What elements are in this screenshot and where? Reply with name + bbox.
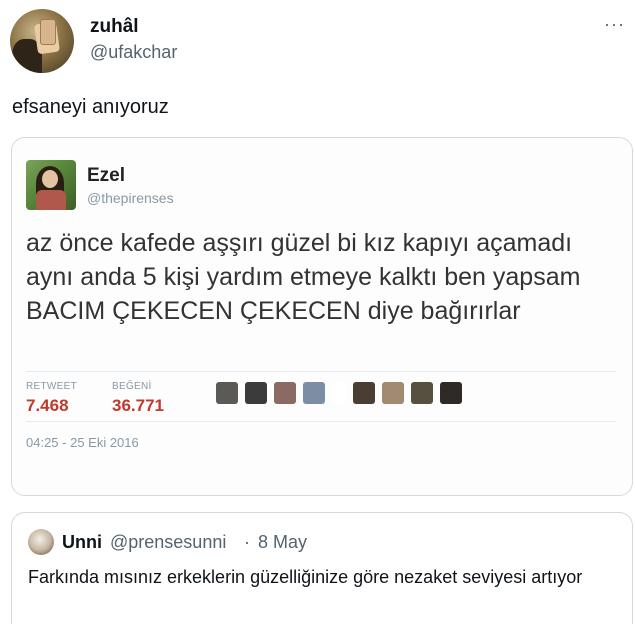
quoted-text: Farkında mısınız erkeklerin güzelliğiniz…	[28, 567, 583, 587]
screenshot-avatar-face	[42, 170, 58, 188]
liker-avatar	[411, 382, 433, 404]
like-label: BEĞENİ	[112, 381, 152, 392]
liker-avatar	[382, 382, 404, 404]
author-avatar[interactable]	[10, 9, 74, 73]
retweet-label: RETWEET	[26, 381, 77, 392]
screenshot-date: 04:25 - 25 Eki 2016	[26, 435, 139, 450]
screenshot-handle: @thepirenses	[87, 190, 174, 206]
more-dots-icon[interactable]: ···	[604, 14, 625, 35]
retweet-count: 7.468	[26, 396, 69, 415]
avatar-phone	[40, 19, 56, 45]
author-handle[interactable]: @ufakchar	[90, 42, 177, 63]
liker-avatar	[216, 382, 238, 404]
liker-avatar	[332, 382, 346, 404]
tweet-text: efsaneyi anıyoruz	[12, 96, 169, 118]
liker-avatar	[303, 382, 325, 404]
quoted-tweet[interactable]: Unni @prensesunni · 8 May Farkında mısın…	[11, 512, 633, 624]
liker-avatars	[216, 382, 462, 404]
quoted-handle[interactable]: @prensesunni	[110, 532, 226, 553]
like-count: 36.771	[112, 396, 164, 415]
quoted-avatar[interactable]	[28, 529, 54, 555]
screenshot-name: Ezel	[87, 165, 126, 186]
liker-avatar	[245, 382, 267, 404]
screenshot-tweet: Ezel @thepirenses az önce kafede aşşırı …	[12, 138, 632, 495]
liker-avatar	[274, 382, 296, 404]
screenshot-avatar-body	[36, 190, 66, 210]
screenshot-divider-top	[26, 371, 616, 372]
quoted-time[interactable]: 8 May	[258, 532, 307, 553]
screenshot-text: az önce kafede aşşırı güzel bi kız kapıy…	[26, 229, 581, 325]
embedded-image[interactable]: Ezel @thepirenses az önce kafede aşşırı …	[11, 137, 633, 496]
quoted-name[interactable]: Unni	[62, 532, 102, 553]
author-name[interactable]: zuhâl	[90, 16, 139, 38]
screenshot-divider-bottom	[26, 421, 616, 422]
liker-avatar	[440, 382, 462, 404]
screenshot-avatar	[26, 160, 76, 210]
quoted-separator: ·	[244, 532, 250, 552]
liker-avatar	[353, 382, 375, 404]
